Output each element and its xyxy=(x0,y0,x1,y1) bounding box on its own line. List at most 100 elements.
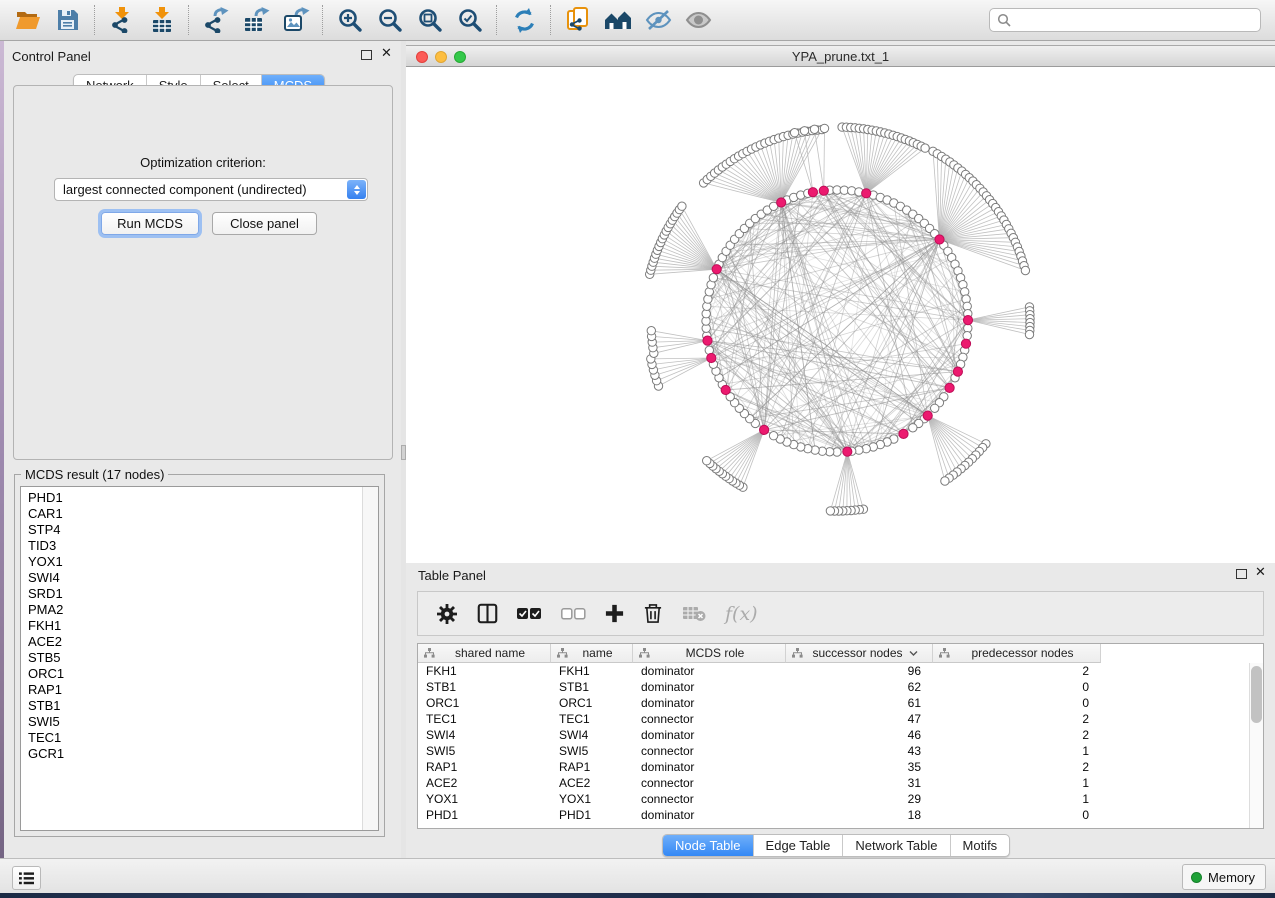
export-table-button[interactable] xyxy=(236,3,276,37)
table-row[interactable]: FKH1FKH1dominator962 xyxy=(418,663,1250,679)
zoom-fit-button[interactable] xyxy=(410,3,450,37)
table-cell: RAP1 xyxy=(418,760,551,774)
column-header-name[interactable]: name xyxy=(551,644,633,663)
mcds-result-item[interactable]: SWI4 xyxy=(28,570,378,586)
home-button[interactable] xyxy=(598,3,638,37)
hide-panel-button[interactable] xyxy=(638,3,678,37)
import-table-button[interactable] xyxy=(142,3,182,37)
mcds-result-item[interactable]: TEC1 xyxy=(28,730,378,746)
mcds-result-item[interactable]: GCR1 xyxy=(28,746,378,762)
mcds-result-item[interactable]: ACE2 xyxy=(28,634,378,650)
export-image-button[interactable] xyxy=(276,3,316,37)
table-cell: 2 xyxy=(933,664,1101,678)
table-scrollbar-thumb[interactable] xyxy=(1251,666,1262,723)
table-cell: dominator xyxy=(633,808,786,822)
table-cell: YOX1 xyxy=(551,792,633,806)
run-mcds-button[interactable]: Run MCDS xyxy=(101,212,199,235)
table-cell: ACE2 xyxy=(418,776,551,790)
export-network-button[interactable] xyxy=(196,3,236,37)
open-network-document-button[interactable] xyxy=(558,3,598,37)
network-window-titlebar[interactable]: YPA_prune.txt_1 xyxy=(406,45,1275,67)
column-header-successor-nodes[interactable]: successor nodes xyxy=(786,644,933,663)
table-cell: 2 xyxy=(933,760,1101,774)
memory-button[interactable]: Memory xyxy=(1182,864,1266,890)
show-panel-button[interactable] xyxy=(678,3,718,37)
table-row[interactable]: ORC1ORC1dominator610 xyxy=(418,695,1250,711)
delete-table-button[interactable] xyxy=(682,605,706,622)
import-network-icon xyxy=(109,7,135,33)
import-network-button[interactable] xyxy=(102,3,142,37)
close-window-icon[interactable]: ✕ xyxy=(381,49,392,59)
zoom-in-button[interactable] xyxy=(330,3,370,37)
table-cell: 35 xyxy=(786,760,933,774)
refresh-button[interactable] xyxy=(504,3,544,37)
mcds-result-title: MCDS result (17 nodes) xyxy=(21,467,168,482)
unchecked-boxes-icon xyxy=(561,608,586,620)
table-cell: connector xyxy=(633,712,786,726)
close-panel-button[interactable]: Close panel xyxy=(212,212,317,235)
gear-icon xyxy=(436,603,458,625)
zoom-out-button[interactable] xyxy=(370,3,410,37)
table-cell: FKH1 xyxy=(551,664,633,678)
unselect-all-columns-button[interactable] xyxy=(561,608,586,620)
table-row[interactable]: STB1STB1dominator620 xyxy=(418,679,1250,695)
table-cell: 0 xyxy=(933,696,1101,710)
mcds-result-item[interactable]: PHD1 xyxy=(28,490,378,506)
table-row[interactable]: ACE2ACE2connector311 xyxy=(418,775,1250,791)
table-row[interactable]: TEC1TEC1connector472 xyxy=(418,711,1250,727)
tab-motifs[interactable]: Motifs xyxy=(951,835,1010,856)
tab-node-table[interactable]: Node Table xyxy=(663,835,754,856)
mcds-result-item[interactable]: SWI5 xyxy=(28,714,378,730)
mcds-result-item[interactable]: STP4 xyxy=(28,522,378,538)
network-canvas[interactable] xyxy=(406,67,1275,563)
save-session-button[interactable] xyxy=(48,3,88,37)
float-window-icon[interactable] xyxy=(361,50,372,60)
column-header-shared-name[interactable]: shared name xyxy=(418,644,551,663)
control-panel-title: Control Panel xyxy=(12,49,91,64)
delete-column-button[interactable] xyxy=(643,603,663,624)
criterion-select[interactable]: largest connected component (undirected) xyxy=(54,178,368,201)
mcds-result-item[interactable]: STB1 xyxy=(28,698,378,714)
mcds-list-scrollbar[interactable] xyxy=(362,487,378,830)
tab-network-table[interactable]: Network Table xyxy=(843,835,950,856)
table-row[interactable]: RAP1RAP1dominator352 xyxy=(418,759,1250,775)
mcds-result-item[interactable]: YOX1 xyxy=(28,554,378,570)
mcds-result-item[interactable]: CAR1 xyxy=(28,506,378,522)
zoom-selected-button[interactable] xyxy=(450,3,490,37)
column-header-predecessor-nodes[interactable]: predecessor nodes xyxy=(933,644,1101,663)
table-scrollbar[interactable] xyxy=(1249,663,1263,828)
mcds-result-item[interactable]: ORC1 xyxy=(28,666,378,682)
control-panel: Control Panel ✕ NetworkStyleSelectMCDS O… xyxy=(4,41,401,858)
zoom-in-icon xyxy=(338,8,363,33)
task-history-button[interactable] xyxy=(12,866,41,890)
table-row[interactable]: YOX1YOX1connector291 xyxy=(418,791,1250,807)
toolbar-separator xyxy=(322,5,324,35)
table-cell: STB1 xyxy=(418,680,551,694)
open-file-button[interactable] xyxy=(8,3,48,37)
table-settings-button[interactable] xyxy=(436,603,458,625)
mcds-result-item[interactable]: TID3 xyxy=(28,538,378,554)
network-graph[interactable] xyxy=(406,67,1275,563)
float-window-icon[interactable] xyxy=(1236,569,1247,579)
table-row[interactable]: PHD1PHD1dominator180 xyxy=(418,807,1250,823)
mcds-result-item[interactable]: SRD1 xyxy=(28,586,378,602)
open-folder-icon xyxy=(16,9,40,31)
create-column-button[interactable] xyxy=(605,604,624,623)
close-window-icon[interactable]: ✕ xyxy=(1255,568,1266,578)
table-row[interactable]: SWI5SWI5connector431 xyxy=(418,743,1250,759)
table-cell: SWI4 xyxy=(418,728,551,742)
mcds-result-item[interactable]: PMA2 xyxy=(28,602,378,618)
table-row[interactable]: SWI4SWI4dominator462 xyxy=(418,727,1250,743)
search-input[interactable] xyxy=(1011,10,1260,30)
column-header-MCDS-role[interactable]: MCDS role xyxy=(633,644,786,663)
function-builder-button[interactable]: f(x) xyxy=(725,603,758,625)
table-cell: RAP1 xyxy=(551,760,633,774)
mcds-result-item[interactable]: FKH1 xyxy=(28,618,378,634)
select-all-columns-button[interactable] xyxy=(517,608,542,620)
tab-edge-table[interactable]: Edge Table xyxy=(754,835,844,856)
mcds-result-item[interactable]: STB5 xyxy=(28,650,378,666)
show-column-panel-button[interactable] xyxy=(477,603,498,624)
mcds-result-group: MCDS result (17 nodes) PHD1CAR1STP4TID3Y… xyxy=(14,467,385,837)
toolbar-separator xyxy=(496,5,498,35)
mcds-result-item[interactable]: RAP1 xyxy=(28,682,378,698)
